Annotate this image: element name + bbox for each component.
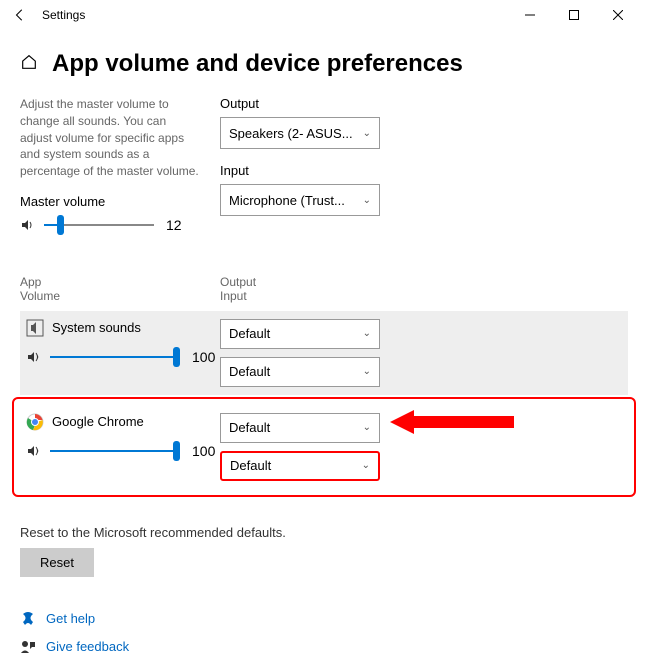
description-text: Adjust the master volume to change all s…: [20, 96, 200, 180]
app-row-google-chrome: Google Chrome 100 Default ⌄: [20, 405, 628, 489]
chevron-down-icon: ⌄: [362, 460, 370, 471]
master-volume-slider[interactable]: [44, 215, 154, 235]
page-title: App volume and device preferences: [52, 50, 463, 78]
annotation-highlight-box: Google Chrome 100 Default ⌄: [12, 397, 636, 497]
chevron-down-icon: ⌄: [363, 422, 371, 433]
output-label: Output: [220, 96, 380, 111]
input-label: Input: [220, 163, 380, 178]
annotation-arrow: [390, 410, 514, 434]
chevron-down-icon: ⌄: [363, 366, 371, 377]
master-volume-label: Master volume: [20, 194, 200, 209]
system-sounds-output-select[interactable]: Default ⌄: [220, 319, 380, 349]
system-sounds-volume-value: 100: [192, 349, 215, 365]
chevron-down-icon: ⌄: [363, 328, 371, 339]
chevron-down-icon: ⌄: [363, 128, 371, 139]
system-sounds-volume-slider[interactable]: [50, 347, 180, 367]
app-row-system-sounds: System sounds 100 Default ⌄ Default ⌄: [20, 311, 628, 395]
minimize-button[interactable]: [508, 0, 552, 30]
speaker-icon[interactable]: [26, 349, 42, 365]
master-volume-value: 12: [166, 217, 182, 233]
chrome-volume-value: 100: [192, 443, 215, 459]
reset-label: Reset to the Microsoft recommended defau…: [20, 525, 628, 540]
window-title: Settings: [42, 8, 508, 22]
output-device-select[interactable]: Speakers (2- ASUS... ⌄: [220, 117, 380, 149]
app-name: Google Chrome: [52, 414, 144, 429]
home-icon[interactable]: [20, 53, 38, 76]
chrome-icon: [26, 413, 44, 431]
close-button[interactable]: [596, 0, 640, 30]
help-icon: [20, 611, 36, 627]
speaker-icon[interactable]: [20, 217, 36, 233]
system-sounds-input-select[interactable]: Default ⌄: [220, 357, 380, 387]
get-help-link[interactable]: Get help: [46, 611, 95, 626]
reset-button[interactable]: Reset: [20, 548, 94, 577]
app-name: System sounds: [52, 320, 141, 335]
system-sounds-icon: [26, 319, 44, 337]
maximize-button[interactable]: [552, 0, 596, 30]
column-header-app: App Volume: [20, 275, 220, 303]
feedback-icon: [20, 639, 36, 655]
chrome-input-select[interactable]: Default ⌄: [220, 451, 380, 481]
chrome-volume-slider[interactable]: [50, 441, 180, 461]
column-header-output: Output Input: [220, 275, 400, 303]
chrome-output-select[interactable]: Default ⌄: [220, 413, 380, 443]
give-feedback-link[interactable]: Give feedback: [46, 639, 129, 654]
chevron-down-icon: ⌄: [363, 195, 371, 206]
speaker-icon[interactable]: [26, 443, 42, 459]
back-button[interactable]: [8, 8, 32, 22]
input-device-select[interactable]: Microphone (Trust... ⌄: [220, 184, 380, 216]
